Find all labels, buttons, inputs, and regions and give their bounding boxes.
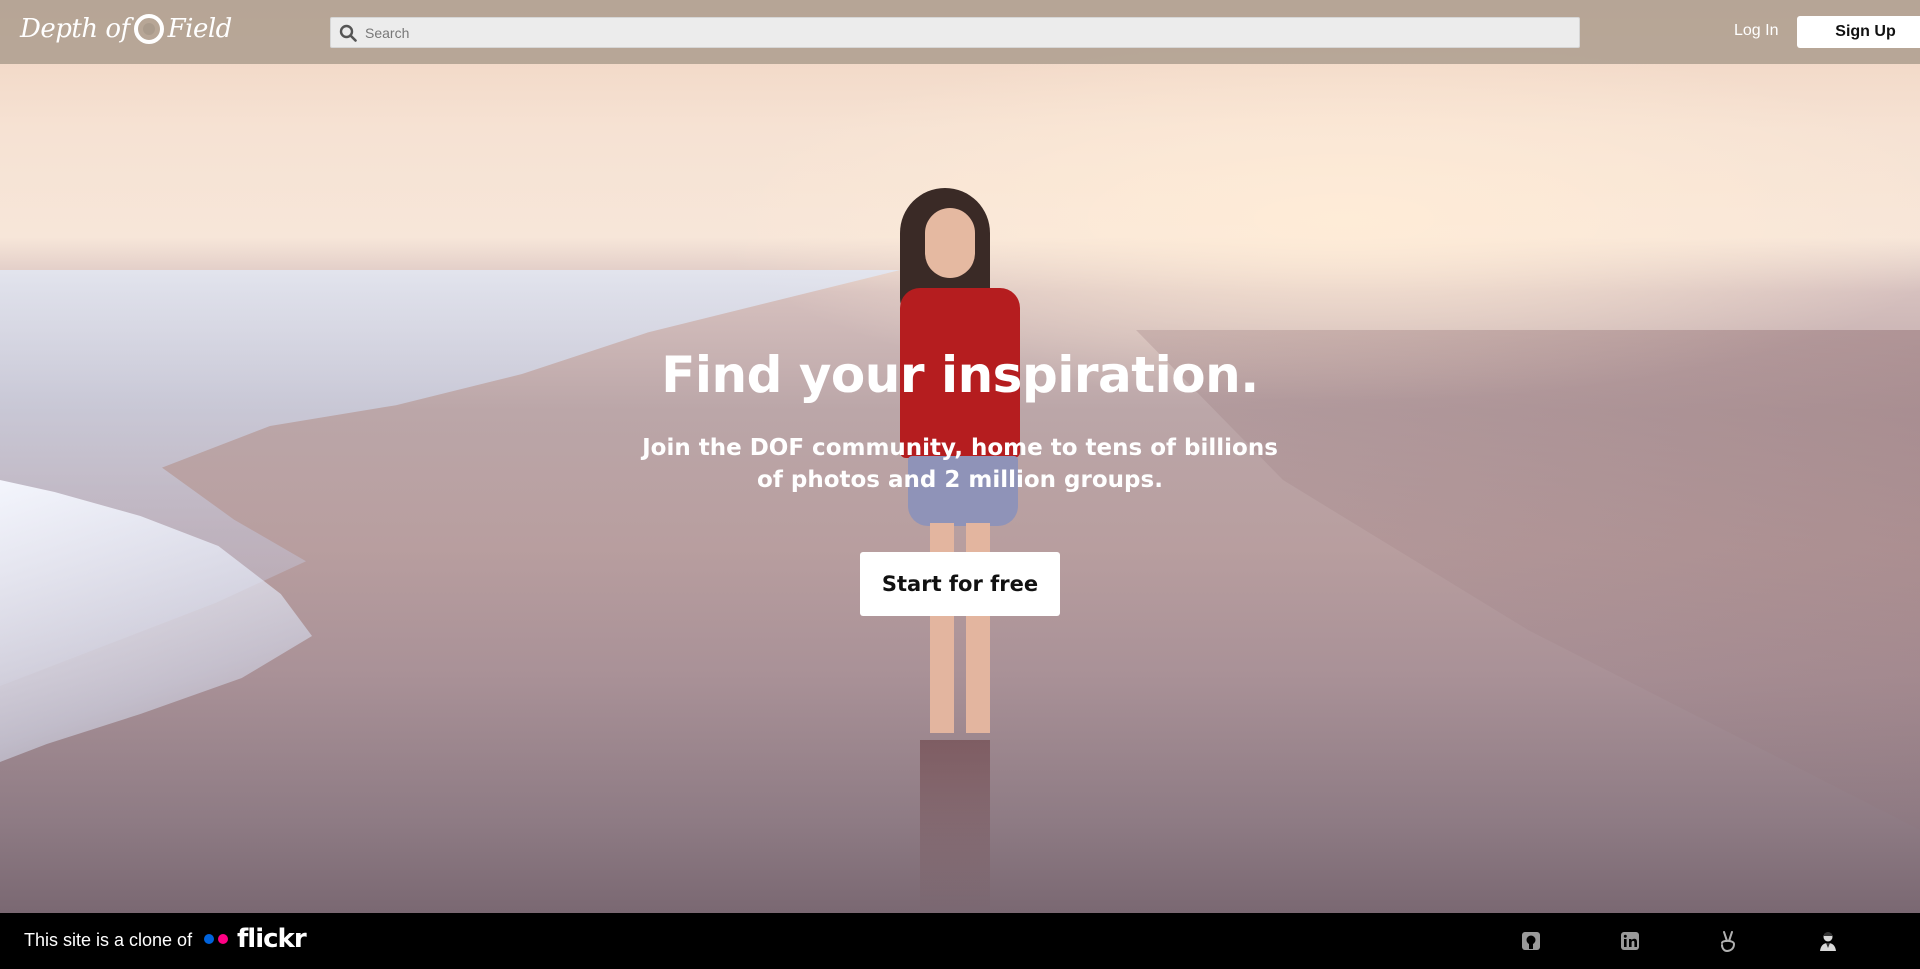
water-reflection xyxy=(920,740,990,913)
flickr-logo[interactable]: flickr xyxy=(204,924,307,954)
clone-notice-text: This site is a clone of xyxy=(24,930,193,950)
site-logo[interactable]: Depth of Field xyxy=(20,14,232,44)
linkedin-icon[interactable] xyxy=(1618,929,1642,953)
logo-text-right: Field xyxy=(167,14,233,44)
signup-button[interactable]: Sign Up xyxy=(1797,16,1920,48)
top-nav-bar: Depth of Field Log In Sign Up xyxy=(0,0,1920,64)
beach-sand xyxy=(1136,330,1920,830)
hero-title: Find your inspiration. xyxy=(661,346,1259,404)
angellist-icon[interactable] xyxy=(1716,929,1740,953)
search-input[interactable] xyxy=(365,18,1579,47)
logo-text-left: Depth of xyxy=(20,14,130,44)
github-icon[interactable] xyxy=(1519,929,1543,953)
flickr-wordmark: flickr xyxy=(237,924,307,954)
portfolio-icon[interactable] xyxy=(1816,929,1840,953)
aperture-icon xyxy=(133,14,164,44)
flickr-blue-dot-icon xyxy=(204,934,214,944)
flickr-pink-dot-icon xyxy=(218,934,228,944)
search-icon xyxy=(331,17,365,48)
footer-bar: This site is a clone of flickr xyxy=(0,913,1920,969)
login-link[interactable]: Log In xyxy=(1734,22,1778,40)
hero-subtitle: Join the DOF community, home to tens of … xyxy=(642,435,1278,493)
search-bar xyxy=(330,17,1580,48)
face xyxy=(925,208,975,278)
start-for-free-button[interactable]: Start for free xyxy=(860,552,1060,616)
